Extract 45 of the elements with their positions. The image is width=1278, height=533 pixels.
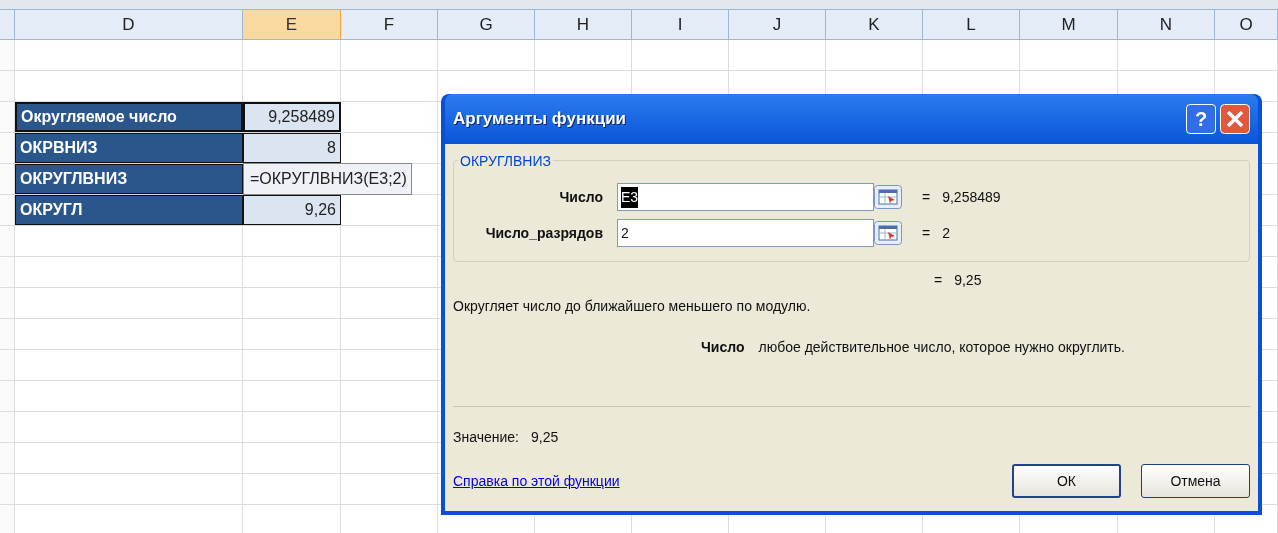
field-label: Число_разрядов <box>484 223 604 243</box>
collapse-dialog-icon[interactable] <box>874 221 902 245</box>
dialog-button[interactable]: ОК <box>1012 464 1121 498</box>
column-header[interactable]: K <box>826 10 923 39</box>
column-header[interactable]: L <box>923 10 1020 39</box>
column-header[interactable]: J <box>729 10 826 39</box>
cell-editor[interactable]: =ОКРУГЛВНИЗ(E3;2) <box>243 163 412 195</box>
table-cell: ОКРВНИЗ <box>15 133 243 163</box>
window-title: Аргументы функции <box>453 108 628 131</box>
column-header[interactable]: D <box>15 10 243 39</box>
column-header[interactable]: E <box>243 10 341 39</box>
dialog-button[interactable]: Отмена <box>1141 464 1250 498</box>
column-header[interactable]: M <box>1020 10 1118 39</box>
help-button[interactable]: ? <box>1186 104 1216 134</box>
column-header[interactable]: O <box>1215 10 1278 39</box>
equals-sign: = <box>922 187 931 207</box>
table-cell: Округляемое число <box>15 102 243 132</box>
table-cell: ОКРУГЛВНИЗ <box>15 164 243 194</box>
column-header[interactable]: H <box>535 10 632 39</box>
equals-sign: = <box>934 270 943 290</box>
equals-sign: = <box>922 223 931 243</box>
column-header[interactable]: G <box>438 10 535 39</box>
field-value: 2 <box>621 223 629 243</box>
argument-name: Число <box>701 338 745 357</box>
collapse-dialog-icon[interactable] <box>874 185 902 209</box>
field-label: Число <box>558 187 604 207</box>
close-icon[interactable] <box>1220 104 1250 134</box>
table-cell: 9,26 <box>243 195 341 225</box>
input-field[interactable]: 2 <box>617 219 874 247</box>
value-label: Значение: <box>453 428 519 447</box>
formula-result: 9,25 <box>954 270 982 290</box>
table-cell: 9,258489 <box>243 102 341 132</box>
input-field[interactable]: E3 <box>617 183 874 211</box>
function-description: Округляет число до ближайшего меньшего по модулю. <box>453 297 812 316</box>
table-cell: ОКРУГЛ <box>15 195 243 225</box>
value-result: 9,25 <box>531 428 559 447</box>
column-header[interactable]: F <box>341 10 438 39</box>
table-cell: 8 <box>243 133 341 163</box>
argument-result: 2 <box>942 223 950 243</box>
column-header[interactable]: I <box>632 10 729 39</box>
help-link[interactable]: Справка по этой функции <box>453 470 992 492</box>
field-value: E3 <box>621 186 639 208</box>
argument-description: любое действительное число, которое нужно округлить. <box>758 338 1125 357</box>
column-header[interactable]: N <box>1118 10 1215 39</box>
argument-result: 9,258489 <box>942 187 1001 207</box>
